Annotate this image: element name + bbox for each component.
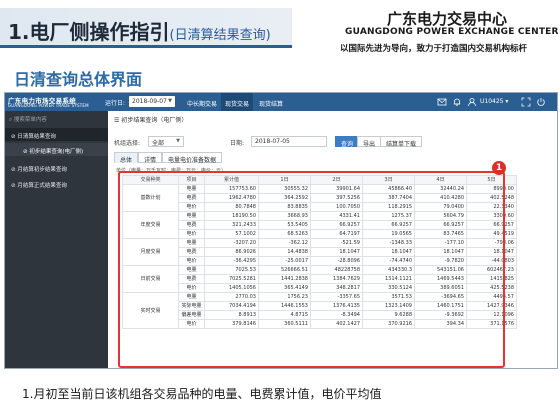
date-input[interactable]: 2018-07-05 — [251, 136, 327, 147]
user-name: U10425 — [480, 98, 504, 105]
org-slogan: 以国际先进为导向，致力于打造国内交易机构标杆 — [340, 44, 528, 54]
org-name-cn: 广东电力交易中心 — [387, 10, 508, 28]
unit-select-label: 机组选择: — [114, 140, 141, 147]
chevron-down-icon: ▾ — [505, 98, 509, 105]
org-name-en: GUANGDONG POWER EXCHANGE CENTER — [345, 27, 559, 37]
sidebar-item-daily-clearing[interactable]: ⊘ 日清算结果查询 — [5, 128, 108, 141]
section-title: 日清查询总体界面 — [14, 70, 143, 89]
run-date-label: 运行日: — [105, 100, 126, 107]
nav-mid-long-term[interactable]: 中长期交易 — [183, 93, 221, 111]
top-bar: 广东电力市场交易系统 GUANGDONG POWER TRADE SYSTEM … — [5, 93, 557, 111]
bell-icon[interactable] — [452, 97, 462, 107]
list-icon: ☰ — [114, 117, 120, 124]
callout-badge: 1 — [492, 161, 506, 175]
fullscreen-icon[interactable] — [521, 97, 531, 107]
tab-details[interactable]: 详情 — [138, 152, 163, 164]
nav-spot-trading[interactable]: 现货交易 — [221, 93, 254, 111]
date-input-value: 2018-07-05 — [255, 138, 290, 145]
panel-title-text: 初步结果查询（电厂侧） — [121, 117, 188, 124]
user-menu[interactable]: U10425 ▾ — [480, 98, 508, 105]
panel-title: ☰ 初步结果查询（电厂侧） — [114, 115, 187, 124]
slide-title: 1.电厂侧操作指引(日清算结果查询) — [8, 16, 271, 45]
tab-overview[interactable]: 总体 — [114, 152, 139, 164]
unit-select[interactable]: 全部 ▼ — [148, 136, 184, 147]
sidebar-item-label: 月结算初步结果查询 — [17, 167, 67, 173]
power-icon[interactable] — [536, 97, 546, 107]
chevron-down-icon: ▼ — [168, 98, 172, 104]
sidebar-item-preliminary-plant[interactable]: ⊘ 初步结果查询(电厂侧) — [5, 143, 108, 156]
query-button[interactable]: 查询 — [335, 136, 360, 148]
sidebar: ⌕ 搜索菜单内容 ⊘ 日清算结果查询 ⊘ 初步结果查询(电厂侧) ⊘ 月结算初步… — [5, 111, 108, 368]
run-date-value: 2018-09-07 — [132, 98, 167, 105]
slide-title-text: 1.电厂侧操作指引 — [8, 20, 170, 44]
nav-spot-settlement[interactable]: 现货结算 — [255, 93, 287, 111]
sidebar-item-label: 月结算正式结果查询 — [17, 183, 67, 189]
sidebar-item-monthly-formal[interactable]: ⊘ 月结算正式结果查询 — [5, 177, 108, 190]
sidebar-search[interactable]: ⌕ 搜索菜单内容 — [9, 115, 104, 125]
sidebar-item-monthly-preliminary[interactable]: ⊘ 月结算初步结果查询 — [5, 161, 108, 174]
search-icon: ⌕ — [9, 117, 13, 123]
tab-prep-data[interactable]: 电量电价准备数据 — [162, 152, 223, 164]
slide-header: 1.电厂侧操作指引(日清算结果查询) 广东电力交易中心 GUANGDONG PO… — [0, 0, 560, 58]
export-button[interactable]: 导出 — [357, 136, 382, 148]
link-icon: ⊘ — [11, 167, 16, 173]
settle-sheet-download-button[interactable]: 结算单下载 — [380, 136, 423, 148]
sidebar-item-label: 初步结果查询(电厂侧) — [29, 149, 84, 155]
link-icon: ⊘ — [23, 149, 28, 155]
date-label: 日期: — [230, 140, 245, 147]
unit-select-value: 全部 — [152, 140, 165, 147]
envelope-icon[interactable] — [437, 97, 447, 107]
slide-subtitle: (日清算结果查询) — [169, 28, 271, 43]
caption: 1.月初至当前日该机组各交易品种的电量、电费累计值，电价平均值 — [22, 387, 382, 401]
logo-en: GUANGDONG POWER TRADE SYSTEM — [8, 103, 89, 108]
user-icon[interactable] — [467, 97, 477, 107]
chevron-down-icon: ▼ — [176, 138, 180, 144]
sidebar-item-label: 日清算结果查询 — [17, 134, 56, 140]
link-icon: ⊘ — [11, 134, 16, 140]
sidebar-search-placeholder: 搜索菜单内容 — [13, 117, 47, 123]
highlight-box — [118, 171, 505, 368]
link-icon: ⊘ — [11, 183, 16, 189]
run-date-select[interactable]: 2018-09-07 ▼ — [129, 96, 175, 107]
